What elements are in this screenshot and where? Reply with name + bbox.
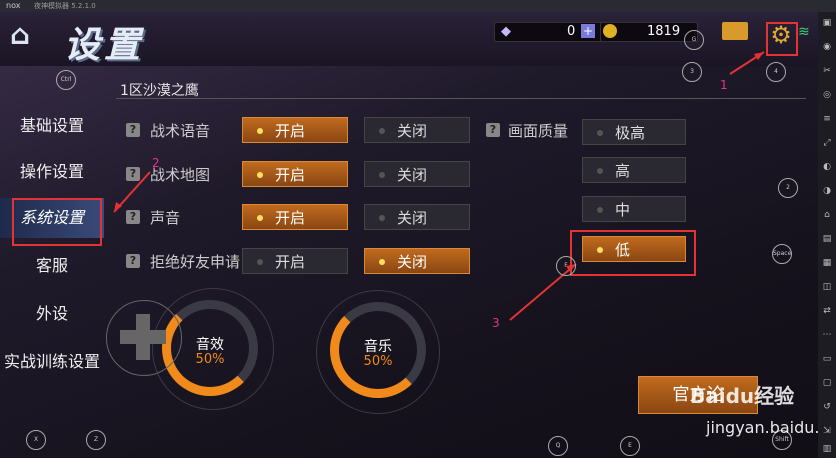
toolbar-icon[interactable]: ◫ <box>822 282 832 292</box>
toolbar-icon[interactable]: ◎ <box>822 90 832 100</box>
toolbar-icon[interactable]: ▥ <box>822 444 832 454</box>
toolbar-icon[interactable]: ▦ <box>822 258 832 268</box>
key-hint-z: Z <box>86 430 106 450</box>
toolbar-icon[interactable]: ✂ <box>822 66 832 76</box>
toolbar-icon[interactable]: ⇲ <box>822 426 832 436</box>
dpad-vertical <box>136 314 150 360</box>
annotation-2: 2 <box>152 156 160 170</box>
key-hint-g: G <box>684 30 704 50</box>
toolbar-icon[interactable]: ◑ <box>822 186 832 196</box>
toolbar-icon[interactable]: ▤ <box>822 234 832 244</box>
key-hint-3: 3 <box>682 62 702 82</box>
toolbar-icon[interactable]: ⤢ <box>822 138 832 148</box>
key-hint-space: Space <box>772 244 792 264</box>
music-label: 音乐 <box>364 339 392 355</box>
toolbar-icon[interactable]: ⌂ <box>822 210 832 220</box>
toolbar-icon[interactable]: ▣ <box>822 18 832 28</box>
key-hint-x: X <box>26 430 46 450</box>
toolbar-icon[interactable]: ▢ <box>822 378 832 388</box>
baidu-watermark: Baidu经验 <box>690 384 795 408</box>
music-value: 50% <box>363 354 393 369</box>
toolbar-icon[interactable]: ◐ <box>822 162 832 172</box>
annotation-1: 1 <box>720 78 728 92</box>
baidu-url: jingyan.baidu.com <box>706 418 836 437</box>
key-hint-q: Q <box>548 436 568 456</box>
toolbar-icon[interactable]: ⋯ <box>822 330 832 340</box>
toolbar-icon[interactable]: ⇄ <box>822 306 832 316</box>
emulator-toolbar: ▣ ◉ ✂ ◎ ≡ ⤢ ◐ ◑ ⌂ ▤ ▦ ◫ ⇄ ⋯ ▭ ▢ ↺ ⇲ ▥ <box>818 12 836 458</box>
toolbar-icon[interactable]: ▭ <box>822 354 832 364</box>
sfx-label: 音效 <box>196 337 224 353</box>
toolbar-icon[interactable]: ↺ <box>822 402 832 412</box>
key-hint-f: F <box>556 256 576 276</box>
arrow-1-head <box>754 52 764 60</box>
toolbar-icon[interactable]: ≡ <box>822 114 832 124</box>
key-hint-4: 4 <box>766 62 786 82</box>
key-hint-2: 2 <box>778 178 798 198</box>
annotation-3: 3 <box>492 316 500 330</box>
sfx-value: 50% <box>195 352 225 367</box>
key-hint-e: E <box>620 436 640 456</box>
toolbar-icon[interactable]: ◉ <box>822 42 832 52</box>
key-hint-ctrl: Ctrl <box>56 70 76 90</box>
